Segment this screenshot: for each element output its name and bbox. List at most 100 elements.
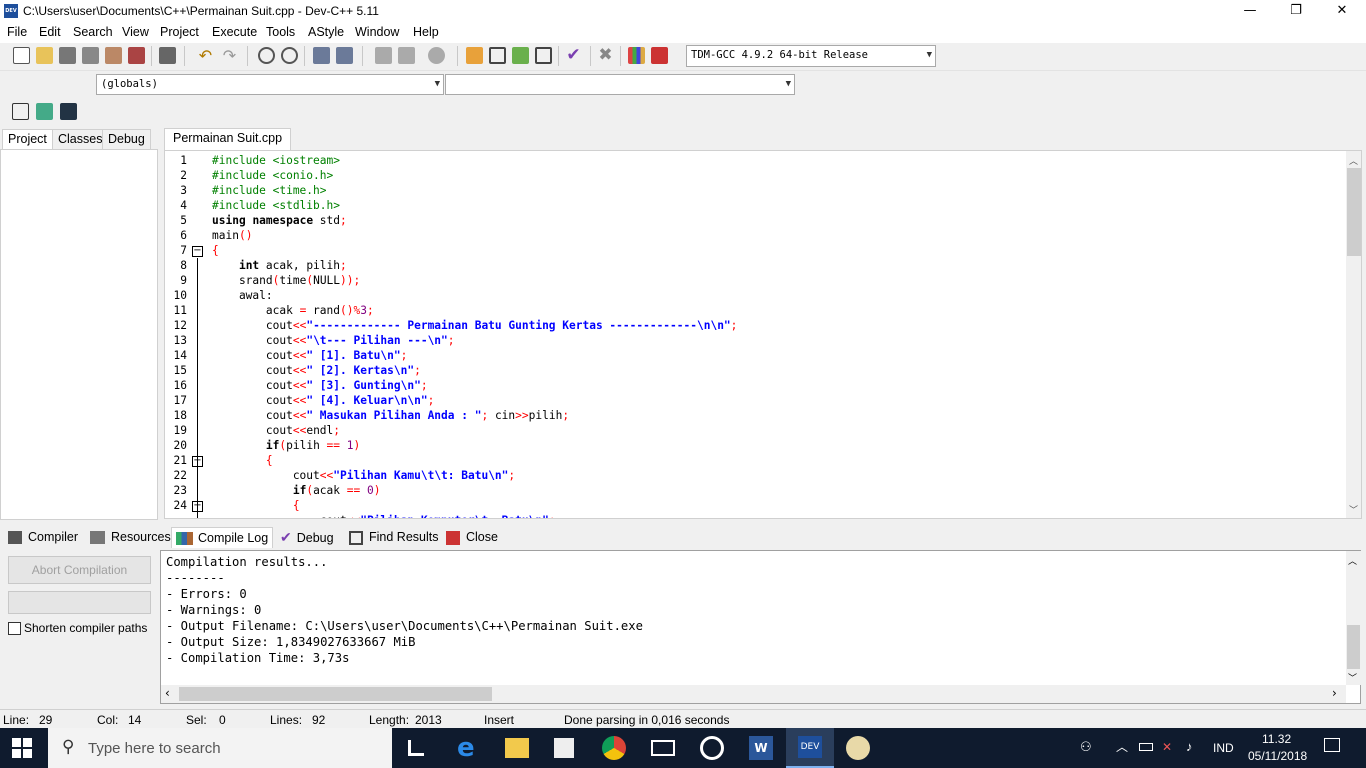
check-syntax-icon[interactable]: ✔ — [565, 47, 582, 64]
member-select[interactable]: ▼ — [445, 74, 795, 95]
shorten-paths-label[interactable]: Shorten compiler paths — [24, 621, 147, 635]
scope-select[interactable]: (globals) ▼ — [96, 74, 444, 95]
scroll-up-icon[interactable]: ︿ — [1348, 554, 1357, 567]
code-line[interactable]: cout<<" [2]. Kertas\n"; — [212, 364, 421, 377]
menu-file[interactable]: File — [7, 25, 27, 39]
code-line[interactable]: { — [212, 499, 300, 512]
shorten-paths-checkbox[interactable] — [8, 622, 21, 635]
log-horizontal-scrollbar[interactable]: ‹ › — [161, 685, 1346, 703]
media-player-icon[interactable] — [700, 736, 724, 760]
abort-compilation-button[interactable]: Abort Compilation — [8, 556, 151, 584]
rebuild-icon[interactable] — [535, 47, 552, 64]
undo-icon[interactable]: ↶ — [197, 47, 214, 64]
clock-time[interactable]: 11.32 — [1262, 732, 1291, 746]
code-line[interactable]: cout<<" [3]. Gunting\n"; — [212, 379, 428, 392]
editor-tab-permainan-suit[interactable]: Permainan Suit.cpp — [164, 128, 292, 150]
compile-icon[interactable] — [466, 47, 483, 64]
profile-delete-icon[interactable] — [651, 47, 668, 64]
minimize-button[interactable]: — — [1227, 0, 1273, 23]
close-window-button[interactable]: ✕ — [1319, 0, 1365, 23]
compile-log-output[interactable]: Compilation results... -------- - Errors: … — [160, 550, 1361, 704]
code-line[interactable]: if(acak == 0) — [212, 484, 381, 497]
menu-search[interactable]: Search — [73, 25, 113, 39]
stop-execution-icon[interactable]: ✖ — [597, 47, 614, 64]
code-line[interactable]: main() — [212, 229, 252, 242]
code-line-partial[interactable]: cout<<"Pilihan Komputer\t: Batu\n"; — [212, 514, 556, 518]
code-area[interactable]: #include <iostream> #include <conio.h> #in… — [165, 151, 1345, 518]
project-tree-panel[interactable] — [0, 149, 158, 520]
bookmark-icon[interactable] — [428, 47, 445, 64]
editor-vertical-scrollbar[interactable]: ︿ ﹀ — [1346, 151, 1361, 518]
file-explorer-icon[interactable] — [505, 738, 529, 758]
code-line[interactable]: cout<<" [4]. Keluar\n\n"; — [212, 394, 434, 407]
code-line[interactable]: if(pilih == 1) — [212, 439, 360, 452]
chrome-icon[interactable] — [602, 736, 626, 760]
menu-edit[interactable]: Edit — [39, 25, 61, 39]
run-icon[interactable] — [489, 47, 506, 64]
scroll-down-icon[interactable]: ﹀ — [1348, 671, 1357, 684]
tab-project[interactable]: Project — [2, 129, 53, 149]
windows-start-icon[interactable] — [12, 738, 32, 758]
code-line[interactable]: using namespace std; — [212, 214, 347, 227]
scroll-up-icon[interactable]: ︿ — [1349, 154, 1358, 167]
code-line[interactable]: { — [212, 454, 273, 467]
goto-declaration-icon[interactable] — [36, 103, 53, 120]
chevron-up-icon[interactable]: ︿ — [1116, 738, 1128, 755]
tab-close[interactable]: Close — [446, 527, 498, 548]
redo-icon[interactable]: ↷ — [221, 47, 238, 64]
log-scroll-thumb[interactable] — [1347, 625, 1360, 669]
menu-execute[interactable]: Execute — [212, 25, 257, 39]
scroll-right-icon[interactable]: › — [1332, 686, 1337, 700]
language-indicator[interactable]: IND — [1213, 741, 1234, 755]
maximize-button[interactable]: ❐ — [1273, 0, 1319, 23]
tab-compile-log[interactable]: Compile Log — [171, 527, 274, 548]
close-all-icon[interactable] — [128, 47, 145, 64]
clock-date[interactable]: 05/11/2018 — [1248, 749, 1307, 763]
tab-compiler[interactable]: Compiler — [8, 527, 78, 548]
goto-back-icon[interactable] — [375, 47, 392, 64]
code-line[interactable]: #include <stdlib.h> — [212, 199, 340, 212]
log-hscroll-thumb[interactable] — [179, 687, 492, 701]
menu-tools[interactable]: Tools — [266, 25, 295, 39]
new-file-icon[interactable] — [13, 47, 30, 64]
code-line[interactable]: { — [212, 244, 219, 257]
chart-icon[interactable] — [628, 47, 645, 64]
menu-view[interactable]: View — [122, 25, 149, 39]
code-line[interactable]: acak = rand()%3; — [212, 304, 374, 317]
log-vertical-scrollbar[interactable]: ︿ ﹀ — [1346, 551, 1361, 685]
devcpp-taskbar-button[interactable]: DEV — [786, 728, 834, 768]
goto-definition-icon[interactable] — [60, 103, 77, 120]
indent-icon[interactable] — [313, 47, 330, 64]
word-icon[interactable]: W — [749, 736, 773, 760]
store-icon[interactable] — [554, 738, 574, 758]
code-line[interactable]: #include <conio.h> — [212, 169, 333, 182]
editor-scroll-thumb[interactable] — [1347, 168, 1361, 256]
menu-project[interactable]: Project — [160, 25, 199, 39]
code-line[interactable]: #include <time.h> — [212, 184, 327, 197]
tab-debug-bottom[interactable]: ✔ Debug — [280, 527, 334, 548]
scroll-left-icon[interactable]: ‹ — [165, 686, 170, 700]
edge-icon[interactable]: e — [457, 735, 481, 761]
tab-debug[interactable]: Debug — [102, 129, 151, 149]
menu-astyle[interactable]: AStyle — [308, 25, 344, 39]
code-line[interactable]: cout<<endl; — [212, 424, 340, 437]
unindent-icon[interactable] — [336, 47, 353, 64]
notifications-icon[interactable] — [1324, 738, 1340, 752]
battery-icon[interactable] — [1139, 743, 1153, 751]
find-icon[interactable] — [258, 47, 275, 64]
code-line[interactable]: cout<<" [1]. Batu\n"; — [212, 349, 408, 362]
print-icon[interactable] — [159, 47, 176, 64]
replace-icon[interactable] — [281, 47, 298, 64]
code-line[interactable]: awal: — [212, 289, 273, 302]
class-browser-icon[interactable] — [12, 103, 29, 120]
code-line[interactable]: cout<<"Pilihan Kamu\t\t: Batu\n"; — [212, 469, 515, 482]
close-file-icon[interactable] — [105, 47, 122, 64]
scroll-down-icon[interactable]: ﹀ — [1349, 503, 1358, 516]
code-line[interactable]: #include <iostream> — [212, 154, 340, 167]
tab-classes[interactable]: Classes — [52, 129, 109, 149]
code-line[interactable]: srand(time(NULL)); — [212, 274, 360, 287]
code-line[interactable]: int acak, pilih; — [212, 259, 347, 272]
save-icon[interactable] — [59, 47, 76, 64]
compile-run-icon[interactable] — [512, 47, 529, 64]
tab-find-results[interactable]: Find Results — [349, 527, 438, 548]
